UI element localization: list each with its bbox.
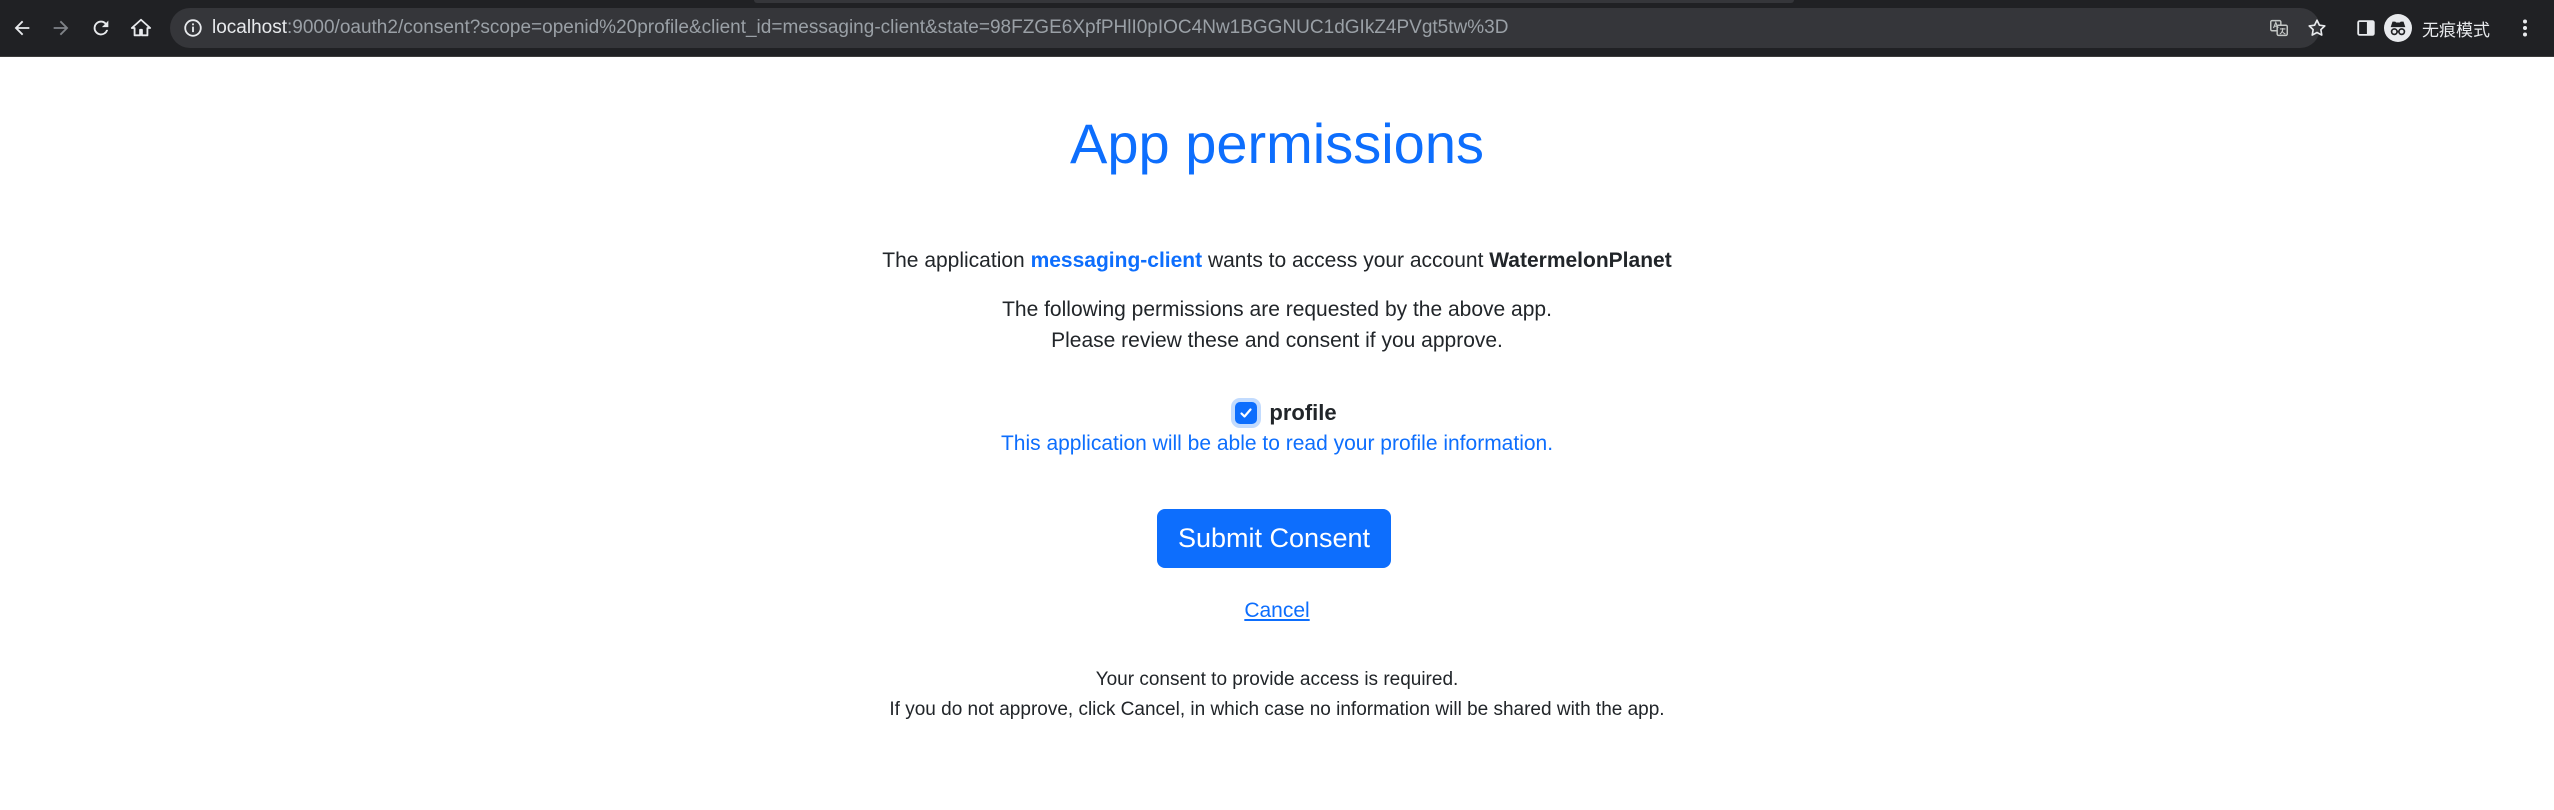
forward-button[interactable] [45,12,77,44]
forward-arrow-icon [53,20,69,36]
home-button[interactable] [125,12,157,44]
url-path: :9000/oauth2/consent?scope=openid%20prof… [287,17,1509,38]
page-title: App permissions [1070,112,1484,175]
scope-item-profile: profile [0,398,2554,428]
consent-intro: The application messaging-client wants t… [0,247,2554,275]
menu-dots-icon[interactable] [2513,16,2537,40]
submit-consent-button[interactable]: Submit Consent [1157,509,1391,568]
consent-page: App permissions The application messagin… [0,57,2554,810]
check-icon [1240,408,1252,418]
footer-line-2: If you do not approve, click Cancel, in … [889,699,1665,720]
permission-request-text: The following permissions are requested … [0,294,2554,356]
cancel-container: Cancel [0,597,2554,625]
intro-prefix: The application [882,249,1031,272]
back-button[interactable] [6,12,38,44]
bookmark-star-icon[interactable] [2306,17,2328,39]
footer-line-1: Your consent to provide access is requir… [1095,669,1459,690]
reload-icon [93,20,109,36]
url-host: localhost [212,17,287,38]
client-id: messaging-client [1030,249,1203,272]
cancel-link[interactable]: Cancel [1244,599,1309,622]
back-arrow-icon [14,20,30,36]
consent-footer-note: Your consent to provide access is requir… [0,665,2554,725]
translate-icon[interactable] [2268,17,2290,39]
url-text[interactable]: localhost:9000/oauth2/consent?scope=open… [212,8,1508,48]
incognito-icon [2384,14,2412,42]
reload-button[interactable] [85,12,117,44]
scope-name-label[interactable]: profile [1269,400,1336,426]
intro-middle: wants to access your account [1202,249,1490,272]
site-info-icon[interactable] [182,17,204,39]
browser-toolbar: localhost:9000/oauth2/consent?scope=open… [0,0,2554,57]
incognito-profile-chip[interactable]: 无痕模式 [2384,12,2490,44]
scope-description: This application will be able to read yo… [1000,432,1554,455]
account-name: WatermelonPlanet [1489,249,1672,272]
address-bar[interactable]: localhost:9000/oauth2/consent?scope=open… [170,8,2320,48]
request-line-1: The following permissions are requested … [1002,298,1552,321]
scope-checkbox[interactable] [1235,402,1258,424]
home-icon [130,18,152,37]
profile-label: 无痕模式 [2422,20,2490,41]
tab-strip [0,0,2554,4]
side-panel-icon[interactable] [2355,17,2377,39]
request-line-2: Please review these and consent if you a… [1051,329,1503,352]
